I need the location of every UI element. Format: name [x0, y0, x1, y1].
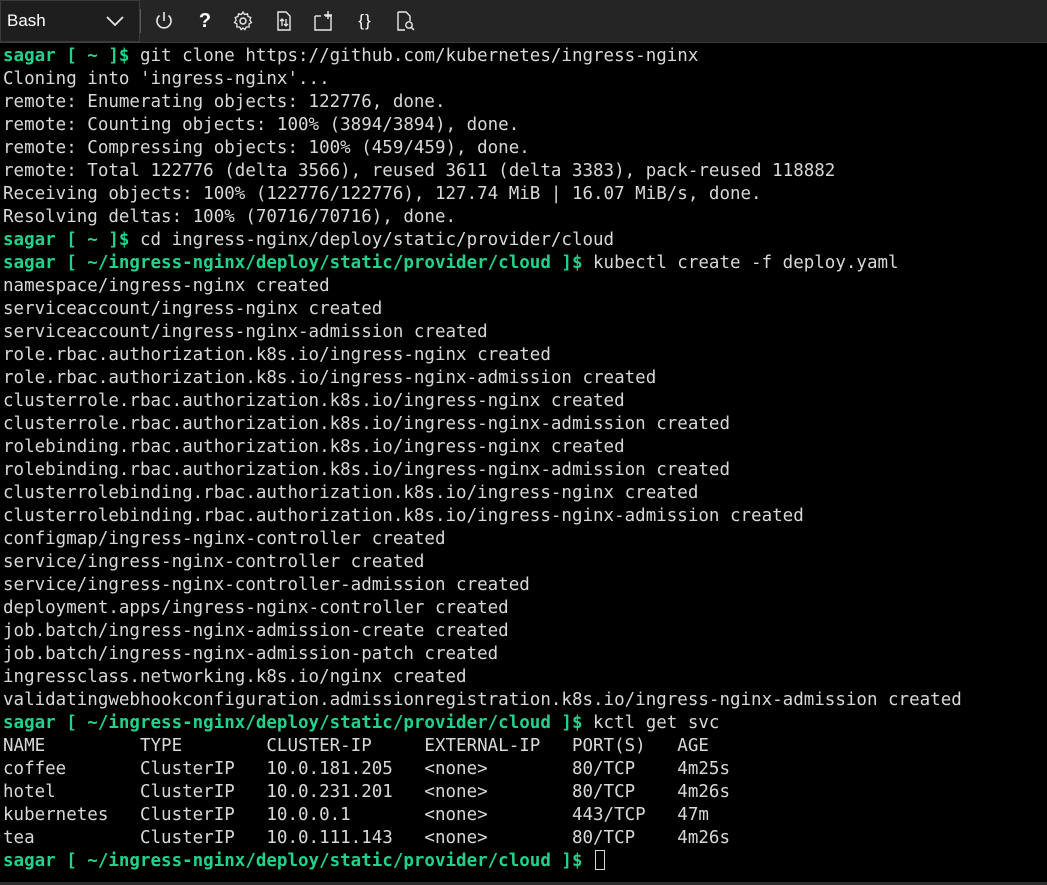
shell-prompt: sagar [ ~ ]$: [3, 230, 130, 250]
chevron-down-icon: [105, 11, 125, 31]
command-text: kubectl create -f deploy.yaml: [582, 253, 899, 273]
output-text: Resolving deltas: 100% (70716/70716), do…: [3, 207, 457, 227]
help-button[interactable]: ?: [193, 9, 217, 33]
web-preview-button[interactable]: [393, 9, 417, 33]
output-text: validatingwebhookconfiguration.admission…: [3, 690, 962, 710]
upload-download-button[interactable]: [272, 9, 296, 33]
terminal-output-line: kubernetes ClusterIP 10.0.0.1 <none> 443…: [3, 804, 1047, 827]
braces-icon: {}: [358, 11, 372, 30]
terminal-command-line: sagar [ ~ ]$ cd ingress-nginx/deploy/sta…: [3, 229, 1047, 252]
output-text: remote: Compressing objects: 100% (459/4…: [3, 138, 530, 158]
settings-button[interactable]: [231, 9, 255, 33]
output-text: Cloning into 'ingress-nginx'...: [3, 69, 330, 89]
shell-type-label: Bash: [7, 11, 46, 30]
output-text: NAME TYPE CLUSTER-IP EXTERNAL-IP PORT(S)…: [3, 736, 709, 756]
toolbar-divider: [140, 9, 141, 33]
terminal-output-line: rolebinding.rbac.authorization.k8s.io/in…: [3, 436, 1047, 459]
terminal-output-line: deployment.apps/ingress-nginx-controller…: [3, 597, 1047, 620]
terminal-output-line: serviceaccount/ingress-nginx-admission c…: [3, 321, 1047, 344]
new-session-button[interactable]: [311, 9, 335, 33]
terminal-output-line: job.batch/ingress-nginx-admission-create…: [3, 620, 1047, 643]
output-text: remote: Counting objects: 100% (3894/389…: [3, 115, 520, 135]
shell-prompt: sagar [ ~/ingress-nginx/deploy/static/pr…: [3, 713, 583, 733]
file-preview-icon: [394, 10, 416, 32]
output-text: clusterrole.rbac.authorization.k8s.io/in…: [3, 414, 730, 434]
output-text: serviceaccount/ingress-nginx-admission c…: [3, 322, 488, 342]
output-text: coffee ClusterIP 10.0.181.205 <none> 80/…: [3, 759, 730, 779]
terminal-output-line: clusterrole.rbac.authorization.k8s.io/in…: [3, 413, 1047, 436]
terminal-output-line: remote: Counting objects: 100% (3894/389…: [3, 114, 1047, 137]
terminal-output-line: hotel ClusterIP 10.0.231.201 <none> 80/T…: [3, 781, 1047, 804]
restart-button[interactable]: [152, 9, 176, 33]
terminal-output[interactable]: sagar [ ~ ]$ git clone https://github.co…: [0, 44, 1047, 885]
power-icon: [153, 10, 175, 32]
terminal-output-line: job.batch/ingress-nginx-admission-patch …: [3, 643, 1047, 666]
shell-prompt: sagar [ ~/ingress-nginx/deploy/static/pr…: [3, 851, 583, 871]
terminal-output-line: Receiving objects: 100% (122776/122776),…: [3, 183, 1047, 206]
output-text: tea ClusterIP 10.0.111.143 <none> 80/TCP…: [3, 828, 730, 848]
command-text: kctl get svc: [582, 713, 720, 733]
output-text: Receiving objects: 100% (122776/122776),…: [3, 184, 762, 204]
gear-icon: [232, 10, 254, 32]
new-tab-icon: [312, 10, 334, 32]
terminal-output-line: remote: Total 122776 (delta 3566), reuse…: [3, 160, 1047, 183]
terminal-command-line: sagar [ ~/ingress-nginx/deploy/static/pr…: [3, 252, 1047, 275]
output-text: deployment.apps/ingress-nginx-controller…: [3, 598, 509, 618]
terminal-output-line: validatingwebhookconfiguration.admission…: [3, 689, 1047, 712]
help-icon: ?: [198, 10, 212, 32]
output-text: clusterrole.rbac.authorization.k8s.io/in…: [3, 391, 625, 411]
terminal-output-line: ingressclass.networking.k8s.io/nginx cre…: [3, 666, 1047, 689]
terminal-command-line: sagar [ ~ ]$ git clone https://github.co…: [3, 45, 1047, 68]
cloud-shell-toolbar: Bash ? {}: [0, 0, 1047, 43]
terminal-output-line: serviceaccount/ingress-nginx created: [3, 298, 1047, 321]
terminal-output-line: role.rbac.authorization.k8s.io/ingress-n…: [3, 367, 1047, 390]
file-transfer-icon: [273, 10, 295, 32]
terminal-output-line: service/ingress-nginx-controller created: [3, 551, 1047, 574]
command-text: git clone https://github.com/kubernetes/…: [129, 46, 699, 66]
shell-type-dropdown[interactable]: Bash: [0, 0, 140, 42]
output-text: job.batch/ingress-nginx-admission-create…: [3, 621, 509, 641]
output-text: service/ingress-nginx-controller created: [3, 552, 425, 572]
output-text: clusterrolebinding.rbac.authorization.k8…: [3, 506, 804, 526]
output-text: clusterrolebinding.rbac.authorization.k8…: [3, 483, 699, 503]
output-text: rolebinding.rbac.authorization.k8s.io/in…: [3, 437, 625, 457]
command-text: cd ingress-nginx/deploy/static/provider/…: [129, 230, 615, 250]
terminal-output-line: Cloning into 'ingress-nginx'...: [3, 68, 1047, 91]
output-text: configmap/ingress-nginx-controller creat…: [3, 529, 446, 549]
terminal-output-line: Resolving deltas: 100% (70716/70716), do…: [3, 206, 1047, 229]
terminal-output-line: tea ClusterIP 10.0.111.143 <none> 80/TCP…: [3, 827, 1047, 850]
output-text: hotel ClusterIP 10.0.231.201 <none> 80/T…: [3, 782, 730, 802]
terminal-output-line: clusterrolebinding.rbac.authorization.k8…: [3, 505, 1047, 528]
output-text: job.batch/ingress-nginx-admission-patch …: [3, 644, 499, 664]
terminal-command-line: sagar [ ~/ingress-nginx/deploy/static/pr…: [3, 712, 1047, 735]
terminal-output-line: namespace/ingress-nginx created: [3, 275, 1047, 298]
terminal-output-line: role.rbac.authorization.k8s.io/ingress-n…: [3, 344, 1047, 367]
output-text: serviceaccount/ingress-nginx created: [3, 299, 383, 319]
output-text: role.rbac.authorization.k8s.io/ingress-n…: [3, 368, 657, 388]
terminal-output-line: clusterrolebinding.rbac.authorization.k8…: [3, 482, 1047, 505]
output-text: service/ingress-nginx-controller-admissi…: [3, 575, 530, 595]
terminal-output-line: NAME TYPE CLUSTER-IP EXTERNAL-IP PORT(S)…: [3, 735, 1047, 758]
output-text: rolebinding.rbac.authorization.k8s.io/in…: [3, 460, 730, 480]
terminal-output-line: remote: Enumerating objects: 122776, don…: [3, 91, 1047, 114]
terminal-output-line: configmap/ingress-nginx-controller creat…: [3, 528, 1047, 551]
terminal-output-line: clusterrole.rbac.authorization.k8s.io/in…: [3, 390, 1047, 413]
shell-prompt: sagar [ ~/ingress-nginx/deploy/static/pr…: [3, 253, 583, 273]
terminal-output-line: service/ingress-nginx-controller-admissi…: [3, 574, 1047, 597]
terminal-output-line: rolebinding.rbac.authorization.k8s.io/in…: [3, 459, 1047, 482]
editor-button[interactable]: {}: [353, 9, 377, 33]
output-text: remote: Total 122776 (delta 3566), reuse…: [3, 161, 836, 181]
output-text: ingressclass.networking.k8s.io/nginx cre…: [3, 667, 467, 687]
terminal-output-line: remote: Compressing objects: 100% (459/4…: [3, 137, 1047, 160]
command-text: [582, 851, 593, 871]
terminal-output-line: coffee ClusterIP 10.0.181.205 <none> 80/…: [3, 758, 1047, 781]
terminal-command-line: sagar [ ~/ingress-nginx/deploy/static/pr…: [3, 850, 1047, 873]
output-text: remote: Enumerating objects: 122776, don…: [3, 92, 446, 112]
output-text: kubernetes ClusterIP 10.0.0.1 <none> 443…: [3, 805, 709, 825]
terminal-cursor: [595, 850, 606, 870]
output-text: role.rbac.authorization.k8s.io/ingress-n…: [3, 345, 551, 365]
output-text: namespace/ingress-nginx created: [3, 276, 330, 296]
shell-prompt: sagar [ ~ ]$: [3, 46, 130, 66]
